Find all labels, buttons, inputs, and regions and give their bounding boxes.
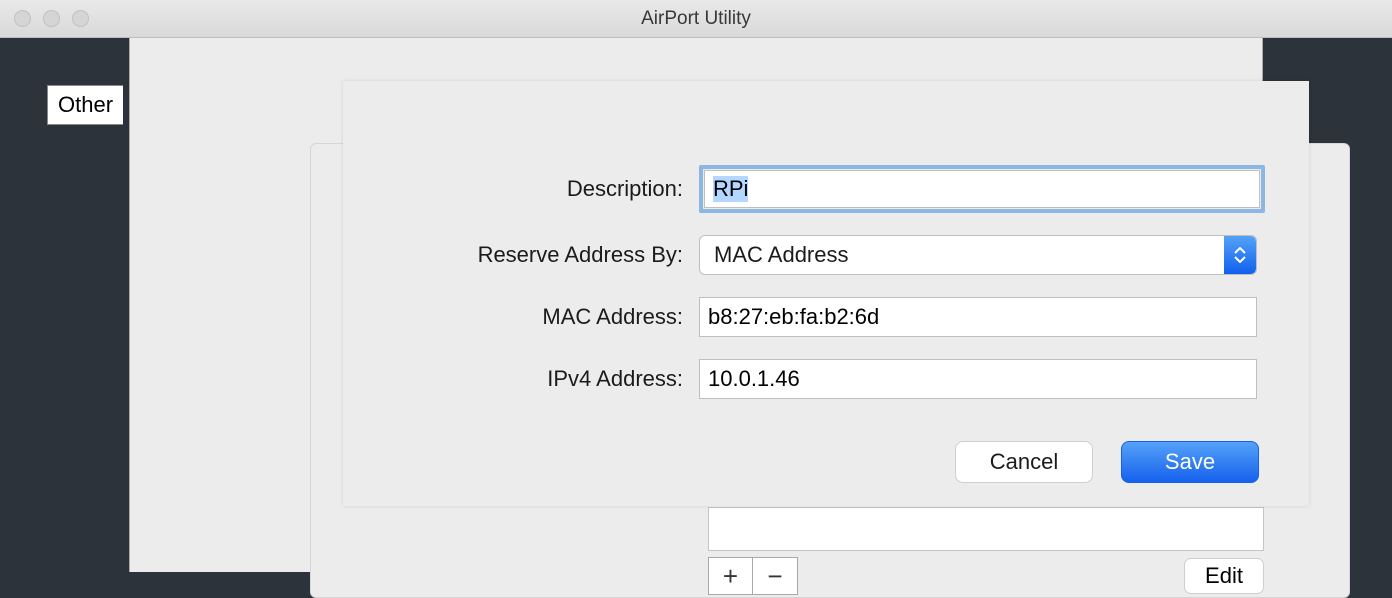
reserve-by-select[interactable]: MAC Address bbox=[699, 235, 1257, 275]
description-field-focus-ring: RPi bbox=[699, 165, 1265, 213]
add-remove-group: + − bbox=[708, 557, 798, 595]
description-value: RPi bbox=[713, 176, 748, 202]
ipv4-address-label: IPv4 Address: bbox=[343, 366, 699, 392]
minimize-window-button[interactable] bbox=[43, 10, 60, 27]
description-label: Description: bbox=[343, 176, 699, 202]
reservation-list-controls: + − Edit bbox=[708, 507, 1258, 595]
reserve-by-label: Reserve Address By: bbox=[343, 242, 699, 268]
save-button[interactable]: Save bbox=[1121, 441, 1259, 483]
description-field[interactable]: RPi bbox=[704, 170, 1260, 208]
dhcp-reservation-sheet: Description: RPi Reserve Address By: MAC… bbox=[343, 81, 1309, 506]
other-wifi-devices-button[interactable]: Other bbox=[47, 85, 123, 125]
mac-address-field[interactable] bbox=[699, 297, 1257, 337]
close-window-button[interactable] bbox=[14, 10, 31, 27]
mac-address-label: MAC Address: bbox=[343, 304, 699, 330]
zoom-window-button[interactable] bbox=[72, 10, 89, 27]
remove-button[interactable]: − bbox=[753, 558, 797, 594]
ipv4-address-field[interactable] bbox=[699, 359, 1257, 399]
traffic-lights bbox=[14, 10, 89, 27]
cancel-button[interactable]: Cancel bbox=[955, 441, 1093, 483]
window-titlebar: AirPort Utility bbox=[0, 0, 1392, 38]
add-button[interactable]: + bbox=[709, 558, 753, 594]
edit-button[interactable]: Edit bbox=[1184, 558, 1264, 594]
main-content-area: + − Edit Description: RPi Reserve Addres… bbox=[129, 38, 1263, 572]
reserve-by-value: MAC Address bbox=[700, 242, 849, 268]
window-title: AirPort Utility bbox=[641, 8, 751, 30]
select-arrows-icon bbox=[1224, 236, 1256, 274]
reservation-list[interactable] bbox=[708, 507, 1264, 551]
